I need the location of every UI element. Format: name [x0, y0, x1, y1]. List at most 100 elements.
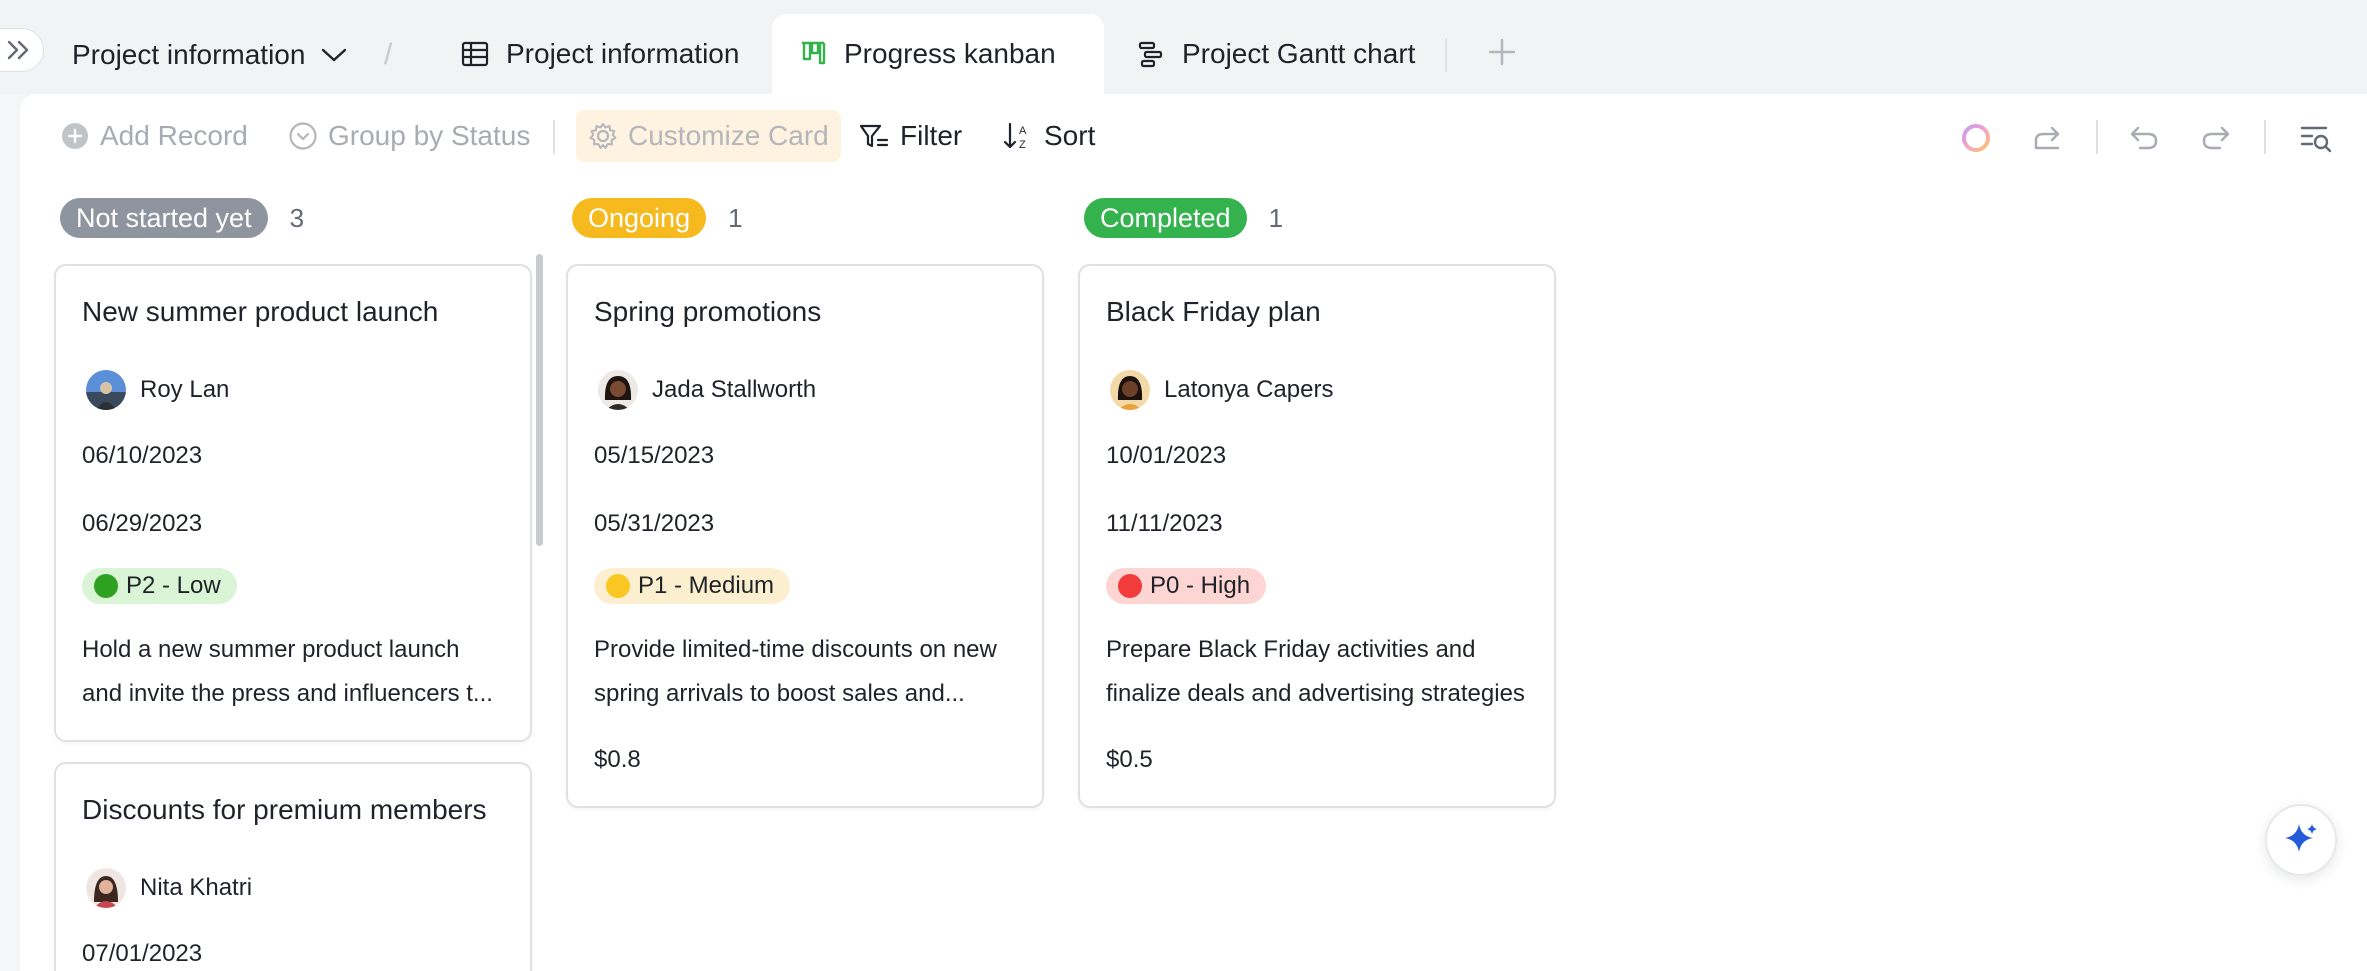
avatar [598, 370, 638, 410]
card-owner: Latonya Capers [1110, 370, 1333, 410]
description-line: and invite the press and influencers t..… [82, 680, 493, 707]
project-select[interactable]: Project information [72, 30, 349, 80]
card-description: Provide limited-time discounts on new sp… [594, 628, 1024, 716]
grid-table-icon [461, 41, 489, 67]
start-date: 05/15/2023 [594, 442, 715, 469]
group-by-button[interactable]: Group by Status [280, 110, 538, 162]
card-title: Discounts for premium members [82, 794, 487, 825]
toolbar: Add Record Group by Status Customize Car… [20, 94, 2367, 176]
svg-text:A: A [1019, 125, 1027, 137]
customize-card-button[interactable]: Customize Card [576, 110, 841, 162]
tab-progress-kanban[interactable]: Progress kanban [772, 14, 1104, 94]
toolbar-divider [553, 120, 555, 154]
card-description: Prepare Black Friday activities and fina… [1106, 628, 1536, 716]
kanban-card[interactable]: Discounts for premium members Nita Khatr… [54, 762, 532, 971]
breadcrumb-separator: / [384, 38, 393, 71]
card-owner: Nita Khatri [86, 868, 252, 908]
kanban-icon [802, 41, 826, 65]
owner-name: Roy Lan [140, 376, 230, 403]
filter-button[interactable]: Filter [850, 110, 970, 162]
start-date: 10/01/2023 [1106, 442, 1227, 469]
tab-project-gantt-chart[interactable]: Project Gantt chart [1110, 14, 1441, 94]
add-record-label: Add Record [100, 120, 248, 151]
card-amount: $0.5 [1106, 746, 1153, 773]
add-record-button[interactable]: Add Record [52, 110, 256, 162]
filter-label: Filter [900, 120, 963, 151]
search-list-icon[interactable] [2298, 120, 2334, 156]
svg-text:Z: Z [1019, 139, 1026, 151]
description-line: spring arrivals to boost sales and... [594, 680, 965, 707]
column-count: 1 [1268, 202, 1284, 233]
double-chevron-right-icon [7, 40, 29, 60]
description-line: finalize deals and advertising strategie… [1106, 680, 1525, 707]
gantt-icon [1138, 41, 1163, 68]
tab-label: Project Gantt chart [1182, 38, 1416, 69]
chevron-down-icon [322, 48, 347, 62]
end-date: 05/31/2023 [594, 510, 715, 537]
start-date: 07/01/2023 [82, 940, 203, 967]
add-circle-icon [62, 123, 88, 149]
kanban-card[interactable]: Black Friday plan Latonya Capers 10/01/2… [1078, 264, 1556, 808]
description-line: Prepare Black Friday activities and [1106, 636, 1476, 663]
project-select-label: Project information [72, 39, 306, 70]
description-line: Hold a new summer product launch [82, 636, 460, 663]
card-title: Black Friday plan [1106, 296, 1321, 327]
end-date: 06/29/2023 [82, 510, 203, 537]
card-amount: $0.8 [594, 746, 641, 773]
start-date: 06/10/2023 [82, 442, 203, 469]
card-owner: Jada Stallworth [598, 370, 816, 410]
priority-dot [1118, 574, 1142, 598]
kanban-card[interactable]: New summer product launch Roy Lan 06/10/… [54, 264, 532, 742]
priority-tag: P2 - Low [82, 568, 237, 604]
ai-ring-icon[interactable] [1958, 120, 1994, 156]
expand-sidebar-button[interactable] [0, 28, 44, 72]
kanban-view: Add Record Group by Status Customize Car… [20, 94, 2367, 971]
owner-name: Latonya Capers [1164, 376, 1334, 403]
avatar [86, 868, 126, 908]
tab-label: Project information [506, 38, 740, 69]
priority-label: P0 - High [1150, 572, 1251, 599]
column-count: 1 [728, 202, 743, 233]
filter-icon [859, 124, 889, 148]
end-date: 11/11/2023 [1106, 510, 1223, 537]
toolbar-divider [2096, 120, 2098, 154]
chevron-circle-icon [289, 122, 317, 150]
owner-name: Nita Khatri [140, 874, 253, 901]
gear-icon [589, 123, 617, 149]
card-owner: Roy Lan [86, 370, 229, 410]
ai-assistant-button[interactable] [2265, 804, 2337, 876]
priority-label: P1 - Medium [638, 572, 775, 599]
card-title: Spring promotions [594, 296, 822, 327]
group-by-label: Group by Status [328, 120, 531, 151]
toolbar-divider [2264, 120, 2266, 154]
status-badge: Not started yet [60, 198, 268, 238]
column-scrollbar[interactable] [536, 254, 543, 546]
column-count: 3 [289, 202, 305, 233]
priority-dot [606, 574, 630, 598]
description-line: Provide limited-time discounts on new [594, 636, 997, 663]
priority-tag: P1 - Medium [594, 568, 791, 604]
customize-card-label: Customize Card [628, 120, 829, 151]
priority-tag: P0 - High [1106, 568, 1267, 604]
status-badge: Ongoing [572, 198, 707, 238]
kanban-card[interactable]: Spring promotions Jada Stallworth 05/15/… [566, 264, 1044, 808]
card-description: Hold a new summer product launch and inv… [82, 628, 512, 716]
sort-button[interactable]: A Z Sort [994, 110, 1103, 162]
column-header-not-started: Not started yet 3 [60, 198, 304, 238]
plus-icon[interactable] [1484, 34, 1520, 70]
column-header-completed: Completed 1 [1084, 198, 1283, 238]
tab-project-information[interactable]: Project information [434, 14, 765, 94]
card-title: New summer product launch [82, 296, 439, 327]
priority-label: P2 - Low [126, 572, 221, 599]
view-tab-bar: Project information / Project informatio… [0, 0, 2367, 94]
tab-divider [1445, 38, 1447, 72]
column-header-ongoing: Ongoing 1 [572, 198, 743, 238]
redo-icon[interactable] [2198, 120, 2234, 156]
sort-icon: A Z [1003, 122, 1027, 151]
tab-label: Progress kanban [844, 38, 1056, 69]
share-icon[interactable] [2030, 120, 2066, 156]
status-badge: Completed [1084, 198, 1247, 238]
undo-icon[interactable] [2126, 120, 2162, 156]
avatar [1110, 370, 1150, 410]
sort-label: Sort [1044, 120, 1096, 151]
